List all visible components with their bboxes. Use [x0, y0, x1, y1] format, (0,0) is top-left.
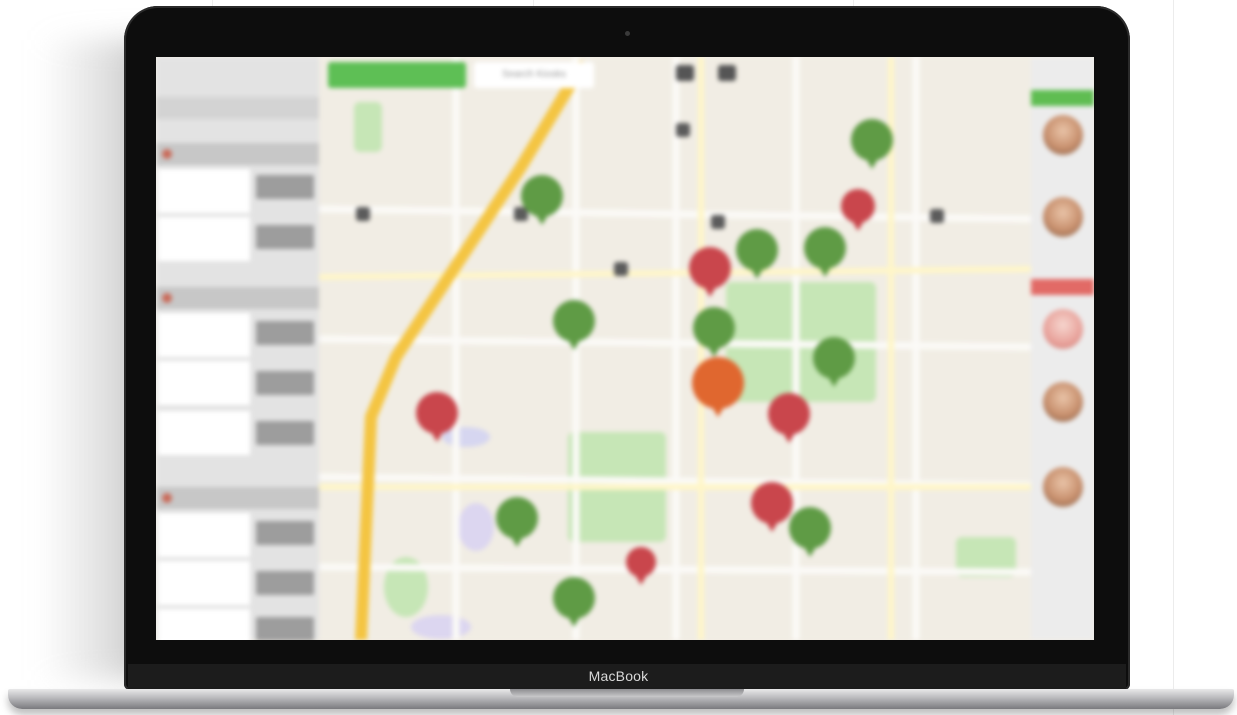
list-action-button[interactable] — [256, 175, 314, 199]
list-action-button[interactable] — [256, 521, 314, 545]
map-marker-red[interactable] — [416, 392, 458, 442]
map-marker-green[interactable] — [813, 337, 855, 387]
map-marker-green[interactable] — [736, 229, 778, 279]
background-guide — [1173, 0, 1174, 715]
list-item[interactable] — [158, 411, 250, 455]
list-item[interactable] — [158, 513, 250, 557]
sidebar-group-header[interactable] — [156, 287, 319, 309]
avatar[interactable] — [1043, 382, 1083, 422]
pond — [411, 615, 471, 639]
laptop-screen: Search Kiosks — [156, 57, 1094, 640]
top-action-button[interactable] — [328, 62, 466, 88]
list-item[interactable] — [158, 361, 250, 405]
avatar[interactable] — [1043, 197, 1083, 237]
list-action-button[interactable] — [256, 617, 314, 640]
avatar[interactable] — [1043, 115, 1083, 155]
pin-icon — [162, 293, 172, 303]
pond — [458, 503, 494, 551]
map-marker-green[interactable] — [521, 175, 563, 225]
right-panel — [1031, 57, 1094, 640]
poi-icon — [676, 123, 690, 137]
poi-icon — [711, 215, 725, 229]
search-input[interactable]: Search Kiosks — [474, 62, 594, 88]
poi-icon — [356, 207, 370, 221]
sidebar-group-header[interactable] — [156, 143, 319, 165]
map-marker-green[interactable] — [553, 300, 595, 350]
poi-icon — [930, 209, 944, 223]
park — [354, 102, 382, 152]
list-action-button[interactable] — [256, 225, 314, 249]
list-item[interactable] — [158, 313, 250, 357]
list-item[interactable] — [158, 217, 250, 261]
list-action-button[interactable] — [256, 571, 314, 595]
avatar[interactable] — [1043, 467, 1083, 507]
map-marker-red[interactable] — [768, 393, 810, 443]
map-marker-red[interactable] — [626, 547, 656, 585]
list-item[interactable] — [158, 561, 250, 605]
map-toggle-button[interactable] — [676, 65, 694, 81]
pin-icon — [162, 493, 172, 503]
avatar[interactable] — [1043, 309, 1083, 349]
sidebar — [156, 57, 319, 640]
list-action-button[interactable] — [256, 371, 314, 395]
list-item[interactable] — [158, 609, 250, 640]
camera-icon — [625, 31, 630, 36]
list-action-button[interactable] — [256, 421, 314, 445]
poi-icon — [614, 262, 628, 276]
map-marker-red[interactable] — [841, 189, 875, 231]
map-marker-red[interactable] — [751, 482, 793, 532]
map-toggle-button[interactable] — [718, 65, 736, 81]
map-marker-green[interactable] — [851, 119, 893, 169]
map-marker-green[interactable] — [789, 507, 831, 557]
panel-header-red — [1031, 279, 1094, 295]
brand-label: MacBook — [588, 668, 649, 684]
map-marker-red[interactable] — [689, 247, 731, 297]
map-marker-green[interactable] — [693, 307, 735, 357]
list-item[interactable] — [158, 169, 250, 213]
map-marker-green[interactable] — [496, 497, 538, 547]
map-marker-selected[interactable] — [692, 357, 744, 417]
panel-header-green — [1031, 90, 1094, 106]
map-marker-green[interactable] — [804, 227, 846, 277]
sidebar-group-header[interactable] — [156, 487, 319, 509]
app-screenshot: Search Kiosks — [156, 57, 1094, 640]
map-marker-green[interactable] — [553, 577, 595, 627]
sidebar-tabs[interactable] — [156, 97, 319, 119]
pin-icon — [162, 149, 172, 159]
laptop-notch — [510, 689, 744, 697]
list-action-button[interactable] — [256, 321, 314, 345]
